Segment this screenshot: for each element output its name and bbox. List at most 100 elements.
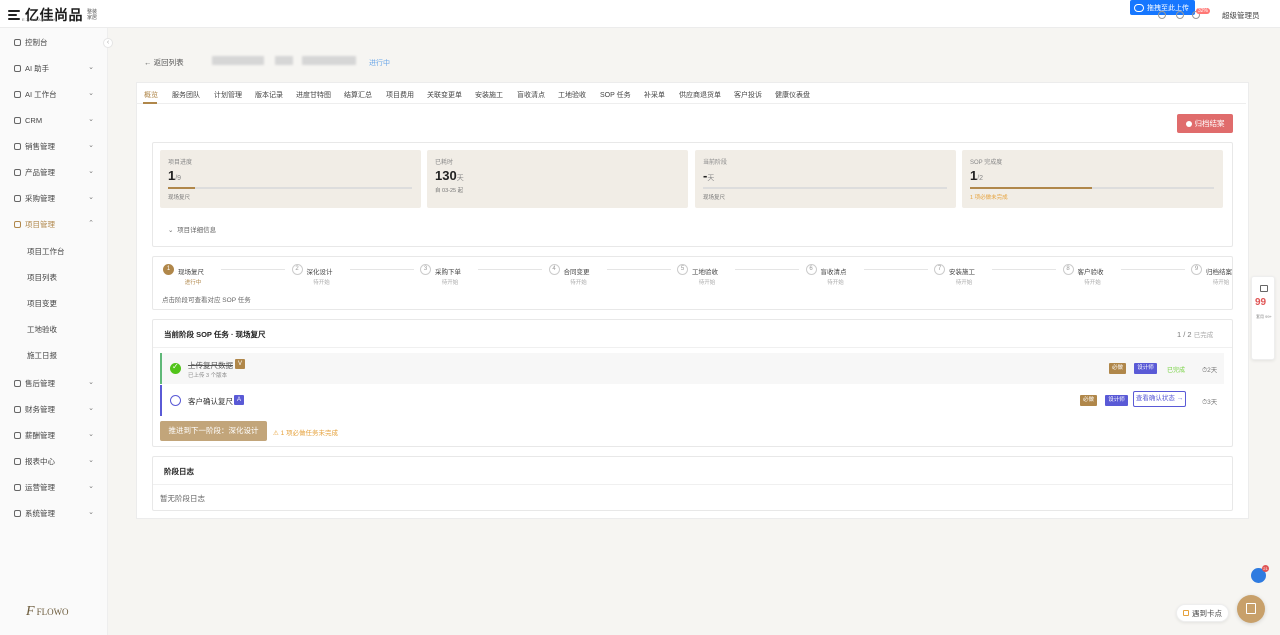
step-status: 进行中 xyxy=(184,280,202,286)
task-duration-value: 2天 xyxy=(1207,367,1218,374)
check-circle-icon[interactable] xyxy=(170,362,181,374)
stage-step[interactable]: 1 现场复尺 进行中 xyxy=(163,264,285,288)
tab-costs[interactable]: 项目费用 xyxy=(386,90,414,100)
tab-supplementary[interactable]: 补采单 xyxy=(644,90,665,100)
sidebar-item-payroll[interactable]: 薪酬管理 ⌄ xyxy=(0,422,108,448)
sidebar-item-dashboard[interactable]: 控制台 xyxy=(0,29,108,55)
help-icon[interactable] xyxy=(1176,11,1184,19)
sidebar-item-system[interactable]: 系统管理 ⌄ xyxy=(0,500,108,526)
search-icon[interactable] xyxy=(1158,11,1166,19)
tab-overview[interactable]: 概览 xyxy=(144,90,158,100)
project-icon xyxy=(14,220,21,228)
tab-health-dashboard[interactable]: 健康仪表盘 xyxy=(775,90,810,100)
report-problem-button[interactable]: 遇到卡点 xyxy=(1176,604,1229,622)
sidebar-subitem-daily-report[interactable]: 施工日报 xyxy=(0,342,108,368)
stat-value: 130天 xyxy=(435,168,464,183)
sidebar-item-crm[interactable]: CRM ⌄ xyxy=(0,107,108,133)
stat-suffix: 天 xyxy=(707,175,715,182)
step-status: 待开始 xyxy=(1084,280,1101,286)
sidebar-subitem-project-changes[interactable]: 项目变更 xyxy=(0,290,108,316)
notification-badge: 32% xyxy=(1196,8,1211,14)
step-connector xyxy=(221,269,285,270)
sidebar-item-label: 财务管理 xyxy=(25,404,55,414)
circle-icon[interactable] xyxy=(170,395,181,406)
step-status: 待开始 xyxy=(570,280,587,286)
users-icon xyxy=(14,116,21,124)
sidebar-item-sales[interactable]: 销售管理 ⌄ xyxy=(0,133,108,159)
stat-value: 1/2 xyxy=(970,168,983,183)
sidebar-item-label: 项目管理 xyxy=(25,219,55,229)
tab-blind-count[interactable]: 盲收清点 xyxy=(517,90,545,100)
user-name[interactable]: 超级管理员 xyxy=(1222,10,1260,21)
sidebar-item-projects[interactable]: 项目管理 ⌃ xyxy=(0,211,108,237)
view-confirmation-button[interactable]: 查看确认状态 → xyxy=(1133,391,1186,407)
floating-widget[interactable]: 99 套用 99+ xyxy=(1251,276,1275,360)
finance-icon xyxy=(14,405,21,413)
stage-step[interactable]: 3 采购下单 待开始 xyxy=(420,264,542,288)
sidebar-item-after-sales[interactable]: 售后管理 ⌄ xyxy=(0,370,108,396)
sidebar-subitem-site-acceptance[interactable]: 工地验收 xyxy=(0,316,108,342)
sidebar-item-products[interactable]: 产品管理 ⌄ xyxy=(0,159,108,185)
chevron-down-icon: ⌄ xyxy=(88,379,94,386)
back-to-list-link[interactable]: ← 返回列表 xyxy=(144,57,184,68)
sidebar-item-purchasing[interactable]: 采购管理 ⌄ xyxy=(0,185,108,211)
step-name: 归档结案 xyxy=(1206,269,1232,276)
widget-label: 套用 99+ xyxy=(1256,314,1272,319)
logo-side: 整装 家居 xyxy=(87,9,98,21)
stage-step[interactable]: 7 安装施工 待开始 xyxy=(934,264,1056,288)
redacted-project-code xyxy=(212,56,264,65)
stage-step[interactable]: 6 盲收清点 待开始 xyxy=(805,264,928,288)
sidebar-collapse-button[interactable]: ‹ xyxy=(103,38,113,48)
task-name: 客户确认复尺 xyxy=(188,397,233,406)
sidebar-subitem-project-list[interactable]: 项目列表 xyxy=(0,264,108,290)
step-name: 工地验收 xyxy=(692,269,718,276)
ai-icon xyxy=(14,64,21,72)
stat-current-stage: 当前阶段 -天 现场复尺 xyxy=(695,150,956,208)
flowo-mark-icon: F xyxy=(26,604,35,619)
stage-step[interactable]: 2 深化设计 待开始 xyxy=(291,264,414,288)
stage-step[interactable]: 4 合同变更 待开始 xyxy=(548,264,671,288)
tab-gantt[interactable]: 进度甘特图 xyxy=(296,90,331,100)
tab-versions[interactable]: 版本记录 xyxy=(255,90,283,100)
stat-sop-completion: SOP 完成度 1/2 1 项必做未完成 xyxy=(962,150,1223,208)
stat-sub: 自 03-25 起 xyxy=(435,188,464,194)
sidebar-item-finance[interactable]: 财务管理 ⌄ xyxy=(0,396,108,422)
tab-change-orders[interactable]: 关联变更单 xyxy=(427,90,462,100)
chat-button[interactable] xyxy=(1237,595,1265,623)
sidebar-item-reports[interactable]: 报表中心 ⌄ xyxy=(0,448,108,474)
sidebar-item-ai-workbench[interactable]: AI 工作台 ⌄ xyxy=(0,81,108,107)
stage-hint: 点击阶段可查看对应 SOP 任务 xyxy=(162,297,251,304)
tab-service-team[interactable]: 服务团队 xyxy=(172,90,200,100)
stage-step[interactable]: 8 客户验收 待开始 xyxy=(1062,264,1185,288)
stat-value: -天 xyxy=(703,168,714,183)
sidebar-item-ai-assistant[interactable]: AI 助手 ⌄ xyxy=(0,55,108,81)
project-details-toggle[interactable]: ⌄ 项目详细信息 xyxy=(168,224,216,234)
tab-site-acceptance[interactable]: 工地验收 xyxy=(558,90,586,100)
stage-step[interactable]: 5 工地验收 待开始 xyxy=(677,264,799,288)
archive-button[interactable]: 归档结案 xyxy=(1177,114,1233,133)
sop-task-row[interactable]: 客户确认复尺 A 必做 设计师 ⏱3天 xyxy=(160,385,1224,416)
sidebar-subitem-project-workbench[interactable]: 项目工作台 xyxy=(0,238,108,264)
tab-complaints[interactable]: 客户投诉 xyxy=(734,90,762,100)
sop-task-row[interactable]: 上传复尺数据 V 已上传 3 个版本 必做 设计师 已完成 ⏱2天 xyxy=(160,353,1224,384)
tab-supplier-returns[interactable]: 供应商退货单 xyxy=(679,90,721,100)
tab-settlement[interactable]: 结算汇总 xyxy=(344,90,372,100)
step-number: 4 xyxy=(548,264,560,275)
stat-sub: 现场复尺 xyxy=(168,195,191,201)
sales-icon xyxy=(14,142,21,150)
report-icon xyxy=(14,457,21,465)
sidebar-item-operations[interactable]: 运营管理 ⌄ xyxy=(0,474,108,500)
menu-icon[interactable] xyxy=(8,9,22,21)
stat-elapsed: 已耗时 130天 自 03-25 起 xyxy=(427,150,688,208)
progress-fill xyxy=(168,187,195,189)
stat-label: SOP 完成度 xyxy=(970,160,1003,166)
advance-stage-button[interactable]: 推进到下一阶段：深化设计 xyxy=(160,421,267,441)
warning-label: 1 项必做任务未完成 xyxy=(280,430,339,437)
flag-icon xyxy=(1183,610,1189,616)
tab-sop-tasks[interactable]: SOP 任务 xyxy=(600,90,631,100)
brand-logo[interactable]: 亿佳尚品 整装 家居 xyxy=(8,5,97,25)
task-name: 上传复尺数据 xyxy=(188,361,233,370)
tab-installation[interactable]: 安装施工 xyxy=(475,90,503,100)
task-state: 已完成 xyxy=(1167,368,1186,374)
tab-plan[interactable]: 计划管理 xyxy=(214,90,242,100)
